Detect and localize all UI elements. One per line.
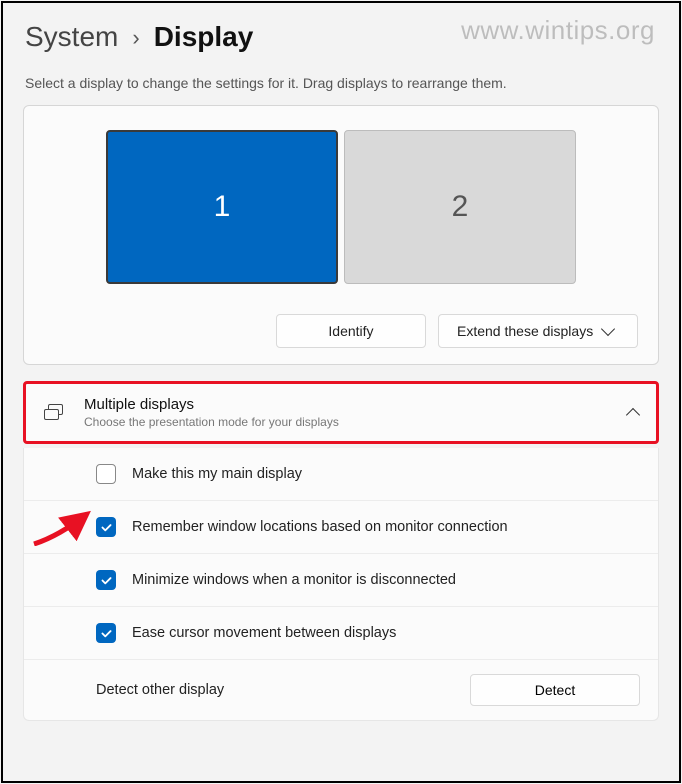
breadcrumb-root[interactable]: System: [25, 21, 118, 53]
section-subtitle: Choose the presentation mode for your di…: [84, 415, 610, 429]
checkbox-main-display[interactable]: [96, 464, 116, 484]
option-ease-cursor[interactable]: Ease cursor movement between displays: [24, 607, 658, 660]
breadcrumb: System › Display: [19, 21, 663, 53]
multiple-displays-section-header[interactable]: Multiple displays Choose the presentatio…: [23, 381, 659, 444]
hint-text: Select a display to change the settings …: [19, 75, 663, 91]
option-label: Ease cursor movement between displays: [132, 625, 396, 641]
option-label: Minimize windows when a monitor is disco…: [132, 572, 456, 588]
detect-label: Detect other display: [96, 682, 470, 698]
page-title: Display: [154, 21, 254, 53]
chevron-up-icon: [626, 407, 640, 421]
option-minimize-disconnect[interactable]: Minimize windows when a monitor is disco…: [24, 554, 658, 607]
option-label: Remember window locations based on monit…: [132, 519, 508, 535]
option-label: Make this my main display: [132, 466, 302, 482]
monitor-2[interactable]: 2: [344, 130, 576, 284]
chevron-right-icon: ›: [132, 25, 139, 51]
displays-icon: [44, 404, 66, 422]
option-main-display[interactable]: Make this my main display: [24, 448, 658, 501]
detect-button[interactable]: Detect: [470, 674, 640, 706]
display-arrange-panel: 1 2 Identify Extend these displays: [23, 105, 659, 365]
checkbox-remember-locations[interactable]: [96, 517, 116, 537]
monitor-1[interactable]: 1: [106, 130, 338, 284]
display-mode-dropdown[interactable]: Extend these displays: [438, 314, 638, 348]
option-detect-display: Detect other display Detect: [24, 660, 658, 720]
checkbox-minimize-disconnect[interactable]: [96, 570, 116, 590]
checkbox-ease-cursor[interactable]: [96, 623, 116, 643]
chevron-down-icon: [601, 322, 615, 336]
display-mode-label: Extend these displays: [457, 323, 593, 339]
option-remember-locations[interactable]: Remember window locations based on monit…: [24, 501, 658, 554]
section-title: Multiple displays: [84, 396, 610, 413]
multiple-displays-options: Make this my main display Remember windo…: [23, 448, 659, 721]
identify-button[interactable]: Identify: [276, 314, 426, 348]
monitor-canvas[interactable]: 1 2: [44, 130, 638, 284]
